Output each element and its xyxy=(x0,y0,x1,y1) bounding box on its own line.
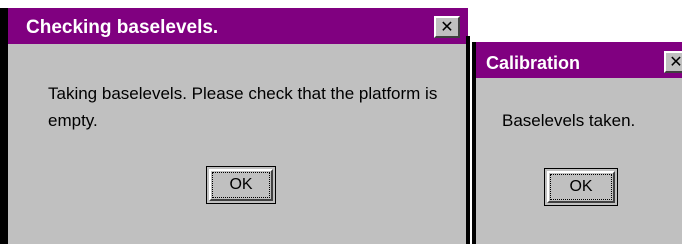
dialog-message: Taking baselevels. Please check that the… xyxy=(48,84,438,130)
ok-button-label: OK xyxy=(229,176,253,193)
ok-button[interactable]: OK xyxy=(544,168,618,206)
close-icon[interactable]: ✕ xyxy=(434,16,460,38)
ok-button-label: OK xyxy=(569,178,593,195)
dialog-title: Calibration xyxy=(486,53,581,73)
close-icon[interactable]: ✕ xyxy=(664,51,682,73)
dialog-titlebar[interactable]: Calibration ✕ xyxy=(476,42,682,78)
dialog-divider xyxy=(466,36,470,244)
checking-baselevels-dialog: Checking baselevels. ✕ Taking baselevels… xyxy=(0,8,468,244)
dialog-title: Checking baselevels. xyxy=(26,17,219,38)
dialog-titlebar[interactable]: Checking baselevels. ✕ xyxy=(8,8,468,44)
calibration-dialog: Calibration ✕ Baselevels taken. OK xyxy=(472,42,682,244)
ok-button[interactable]: OK xyxy=(206,166,276,204)
dialog-message: Baselevels taken. xyxy=(502,111,636,130)
